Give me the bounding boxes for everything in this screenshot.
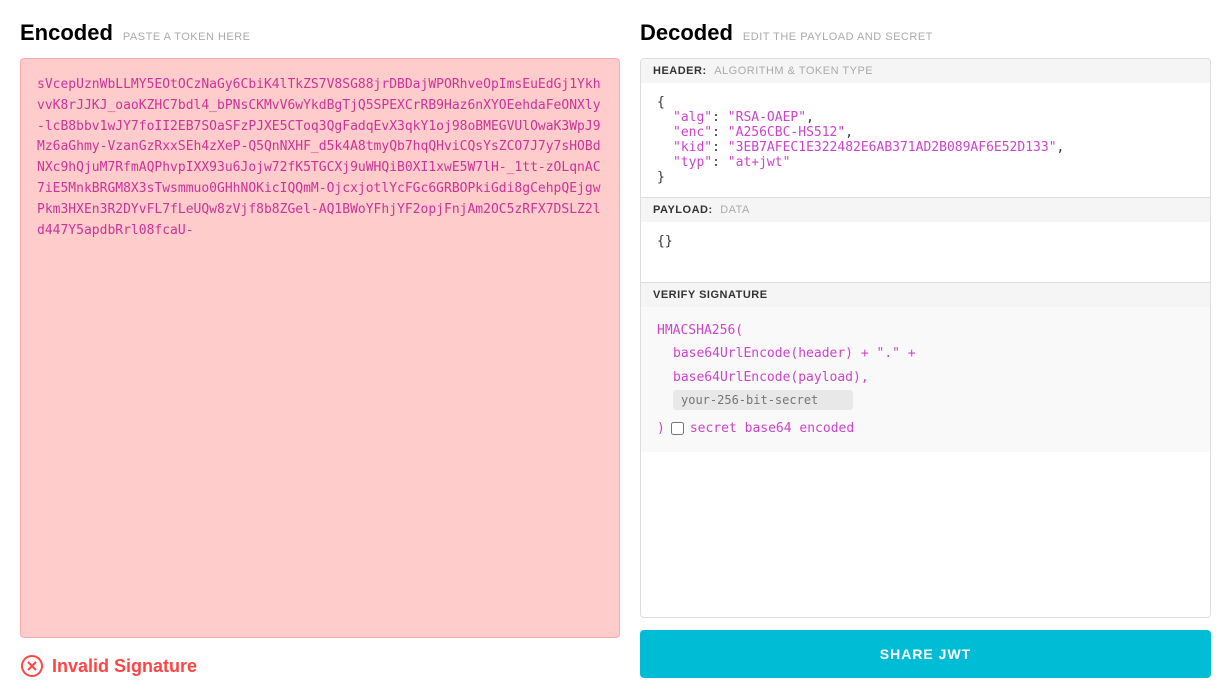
share-jwt-button[interactable]: SHARE JWT (640, 630, 1211, 678)
verify-section-body: HMACSHA256( base64UrlEncode(header) + ".… (641, 307, 1210, 452)
verify-section-label: VERIFY SIGNATURE (641, 283, 1210, 307)
verify-section: VERIFY SIGNATURE HMACSHA256( base64UrlEn… (641, 283, 1210, 452)
encoded-title-text: Encoded (20, 20, 113, 46)
payload-section-label: PAYLOAD: DATA (641, 198, 1210, 222)
decoded-title: Decoded EDIT THE PAYLOAD AND SECRET (640, 20, 1211, 46)
decoded-sections-container: HEADER: ALGORITHM & TOKEN TYPE { "alg": … (640, 58, 1211, 618)
encoded-subtitle: PASTE A TOKEN HERE (123, 31, 251, 43)
invalid-signature-banner: Invalid Signature (20, 654, 620, 678)
decoded-title-text: Decoded (640, 20, 733, 46)
secret-base64-checkbox[interactable] (671, 422, 684, 435)
invalid-signature-icon (20, 654, 44, 678)
payload-section: PAYLOAD: DATA {} (641, 198, 1210, 283)
verify-line2: base64UrlEncode(header) + "." + (657, 342, 1194, 365)
right-panel: Decoded EDIT THE PAYLOAD AND SECRET HEAD… (640, 20, 1211, 678)
header-section: HEADER: ALGORITHM & TOKEN TYPE { "alg": … (641, 59, 1210, 198)
left-panel: Encoded PASTE A TOKEN HERE sVcepUznWbLLM… (20, 20, 620, 678)
verify-line3: base64UrlEncode(payload), (657, 366, 1194, 389)
secret-checkbox-row: ) secret base64 encoded (657, 417, 1194, 440)
verify-closing-paren: ) (657, 417, 665, 440)
header-section-label: HEADER: ALGORITHM & TOKEN TYPE (641, 59, 1210, 83)
payload-section-body[interactable]: {} (641, 222, 1210, 282)
encoded-title: Encoded PASTE A TOKEN HERE (20, 20, 620, 46)
secret-base64-label: secret base64 encoded (690, 417, 854, 440)
invalid-signature-label: Invalid Signature (52, 656, 197, 677)
decoded-subtitle: EDIT THE PAYLOAD AND SECRET (743, 31, 933, 43)
secret-input[interactable] (673, 390, 853, 410)
header-section-body[interactable]: { "alg": "RSA-OAEP", "enc": "A256CBC-HS5… (641, 83, 1210, 197)
encoded-token-area[interactable]: sVcepUznWbLLMY5EOtOCzNaGy6CbiK4lTkZS7V8S… (20, 58, 620, 638)
verify-line1: HMACSHA256( (657, 319, 1194, 342)
